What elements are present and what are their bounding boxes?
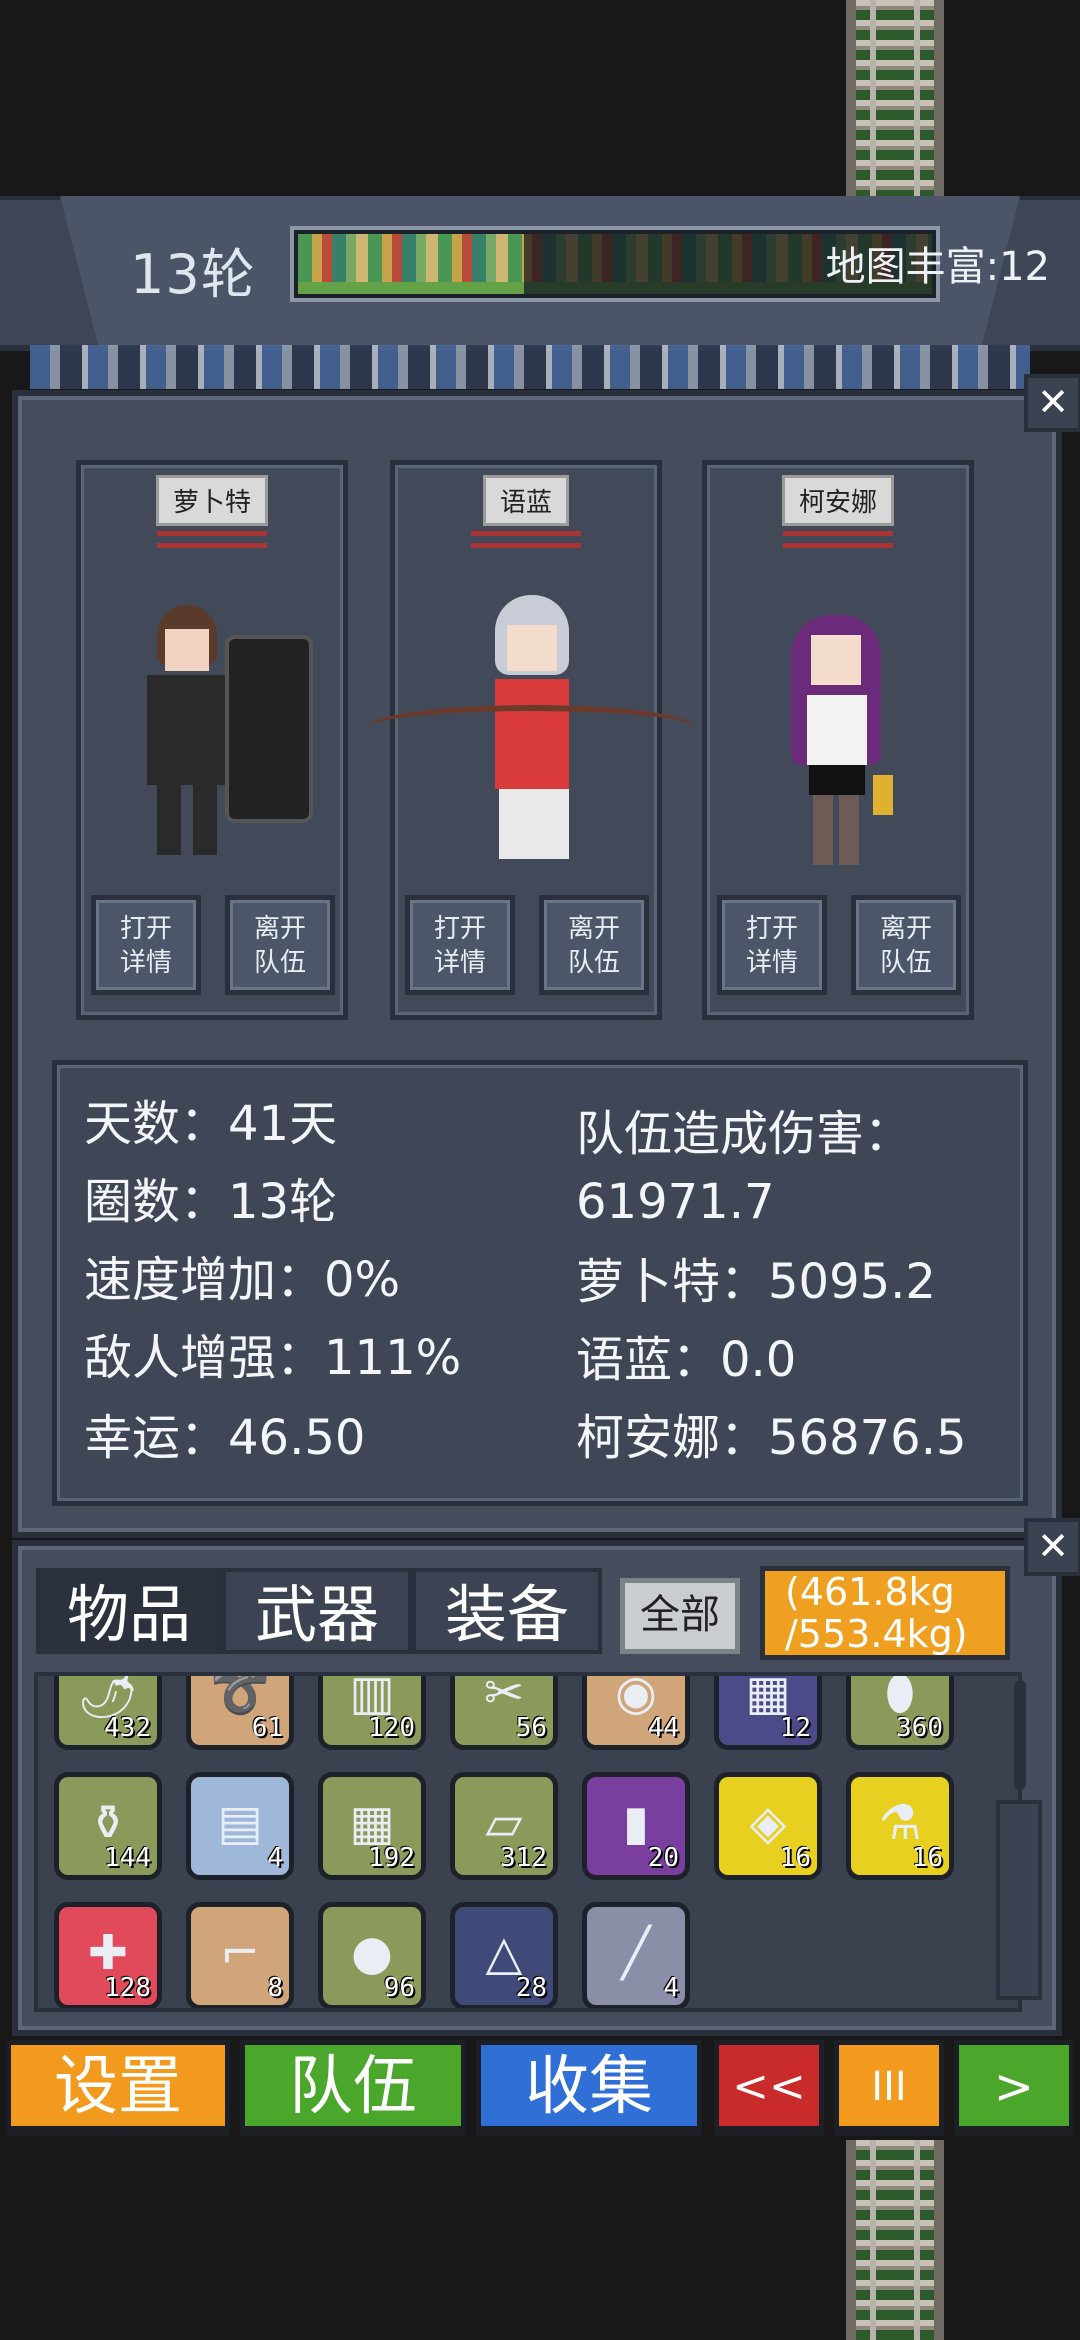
inventory-item[interactable]: ▦ 12 [714, 1676, 822, 1750]
item-count: 360 [896, 1713, 943, 1743]
map-richness-label: 地图丰富:12 [825, 244, 1050, 290]
item-count: 120 [368, 1713, 415, 1743]
open-details-button[interactable]: 打开 详情 [91, 895, 201, 995]
item-count: 16 [911, 1843, 943, 1873]
character-sprite [117, 595, 317, 865]
mp-bar [157, 543, 267, 548]
character-sprite [767, 615, 927, 865]
stat-speed: 速度增加：0% [84, 1252, 401, 1308]
close-inventory-button[interactable]: ✕ [1024, 1518, 1080, 1576]
inventory-item[interactable]: ◉ 44 [582, 1676, 690, 1750]
tab-weapons[interactable]: 武器 [222, 1568, 412, 1654]
item-count: 16 [779, 1843, 811, 1873]
inventory-item[interactable]: ▮ 20 [582, 1772, 690, 1880]
mp-bar [471, 543, 581, 548]
damage-member-2: 语蓝：0.0 [576, 1332, 797, 1388]
damage-member-3: 柯安娜：56876.5 [576, 1410, 967, 1466]
inventory-grid: 🌶 432 ➰ 61 ▥ 120 ✂ 56 ◉ 44 ▦ 12 ⬮ 360 ⚱ 144 ▤ 4 ▦ 192 ▱ 312 ▮ 2… [34, 1672, 1022, 2012]
inventory-item[interactable]: ▦ 192 [318, 1772, 426, 1880]
inventory-item[interactable]: 🌶 432 [54, 1676, 162, 1750]
item-count: 28 [515, 1973, 547, 2003]
inventory-item[interactable]: ⌐ 8 [186, 1902, 294, 2008]
stat-luck: 幸运：46.50 [84, 1410, 366, 1466]
inventory-item[interactable]: △ 28 [450, 1902, 558, 2008]
item-count: 128 [104, 1973, 151, 2003]
damage-member-1: 萝卜特：5095.2 [576, 1254, 936, 1310]
leave-team-button[interactable]: 离开 队伍 [851, 895, 961, 995]
stat-rounds: 圈数：13轮 [84, 1174, 338, 1230]
inventory-item[interactable]: ✂ 56 [450, 1676, 558, 1750]
team-damage-label: 队伍造成伤害： [576, 1106, 913, 1162]
inventory-item[interactable]: ▤ 4 [186, 1772, 294, 1880]
member-card-3: 柯安娜 打开 详情 离开 队伍 [702, 460, 974, 1020]
member-name: 萝卜特 [155, 475, 269, 526]
tab-equipment[interactable]: 装备 [412, 1568, 602, 1654]
railway-track-top [846, 0, 944, 200]
team-button[interactable]: 队伍 [240, 2040, 466, 2136]
item-count: 144 [104, 1843, 151, 1873]
item-count: 192 [368, 1843, 415, 1873]
inventory-item[interactable]: ◈ 16 [714, 1772, 822, 1880]
hp-bar [471, 531, 581, 536]
pause-button[interactable]: III [834, 2040, 944, 2136]
inventory-item[interactable]: ✚ 128 [54, 1902, 162, 2008]
item-count: 56 [515, 1713, 547, 1743]
open-details-button[interactable]: 打开 详情 [717, 895, 827, 995]
inventory-scrollbar[interactable] [1014, 1680, 1026, 1790]
character-sprite [367, 595, 697, 865]
inventory-item[interactable]: ● 96 [318, 1902, 426, 2008]
carry-weight-indicator: (461.8kg /553.4kg) [760, 1566, 1010, 1660]
stat-enemy-boost: 敌人增强：111% [84, 1330, 462, 1386]
item-count: 432 [104, 1713, 151, 1743]
inventory-item[interactable]: ╱ 4 [582, 1902, 690, 2008]
item-count: 312 [500, 1843, 547, 1873]
round-counter: 13轮 [130, 243, 256, 306]
item-count: 61 [251, 1713, 283, 1743]
item-count: 4 [663, 1973, 679, 2003]
inventory-item[interactable]: ⚗ 16 [846, 1772, 954, 1880]
item-count: 44 [647, 1713, 679, 1743]
inventory-item[interactable]: ▱ 312 [450, 1772, 558, 1880]
mp-bar [783, 543, 893, 548]
item-count: 96 [383, 1973, 415, 2003]
leave-team-button[interactable]: 离开 队伍 [539, 895, 649, 995]
pistol-icon [873, 775, 893, 815]
settings-button[interactable]: 设置 [6, 2040, 230, 2136]
carry-weight-max: /553.4kg) [785, 1612, 968, 1656]
inventory-item[interactable]: ➰ 61 [186, 1676, 294, 1750]
collect-button[interactable]: 收集 [476, 2040, 702, 2136]
member-card-1: 萝卜特 打开 详情 离开 队伍 [76, 460, 348, 1020]
team-damage-value: 61971.7 [576, 1174, 775, 1230]
inventory-item[interactable]: ⬮ 360 [846, 1676, 954, 1750]
tab-items[interactable]: 物品 [36, 1568, 222, 1654]
railway-track-bottom [846, 2140, 944, 2340]
carry-weight-current: (461.8kg [785, 1570, 955, 1614]
member-card-2: 语蓝 打开 详情 离开 队伍 [367, 460, 697, 1020]
item-count: 12 [779, 1713, 811, 1743]
bow-icon [367, 705, 697, 751]
riot-shield-icon [225, 635, 313, 823]
inventory-item[interactable]: ⚱ 144 [54, 1772, 162, 1880]
open-details-button[interactable]: 打开 详情 [405, 895, 515, 995]
close-team-panel-button[interactable]: ✕ [1024, 374, 1080, 432]
stat-days: 天数：41天 [84, 1096, 338, 1152]
rewind-button[interactable]: << [714, 2040, 824, 2136]
scroll-handle[interactable] [996, 1800, 1042, 2000]
leave-team-button[interactable]: 离开 队伍 [225, 895, 335, 995]
inventory-item[interactable]: ▥ 120 [318, 1676, 426, 1750]
map-terrain-strip [30, 345, 1030, 389]
member-name: 语蓝 [482, 475, 570, 526]
member-name: 柯安娜 [781, 475, 895, 526]
forward-button[interactable]: > [954, 2040, 1074, 2136]
item-count: 4 [267, 1843, 283, 1873]
item-count: 20 [647, 1843, 679, 1873]
filter-all-button[interactable]: 全部 [620, 1578, 740, 1654]
items-host: 🌶 432 ➰ 61 ▥ 120 ✂ 56 ◉ 44 ▦ 12 ⬮ 360 ⚱ 144 ▤ 4 ▦ 192 ▱ 312 ▮ 2… [54, 1676, 1014, 2008]
item-count: 8 [267, 1973, 283, 2003]
hp-bar [783, 531, 893, 536]
hp-bar [157, 531, 267, 536]
